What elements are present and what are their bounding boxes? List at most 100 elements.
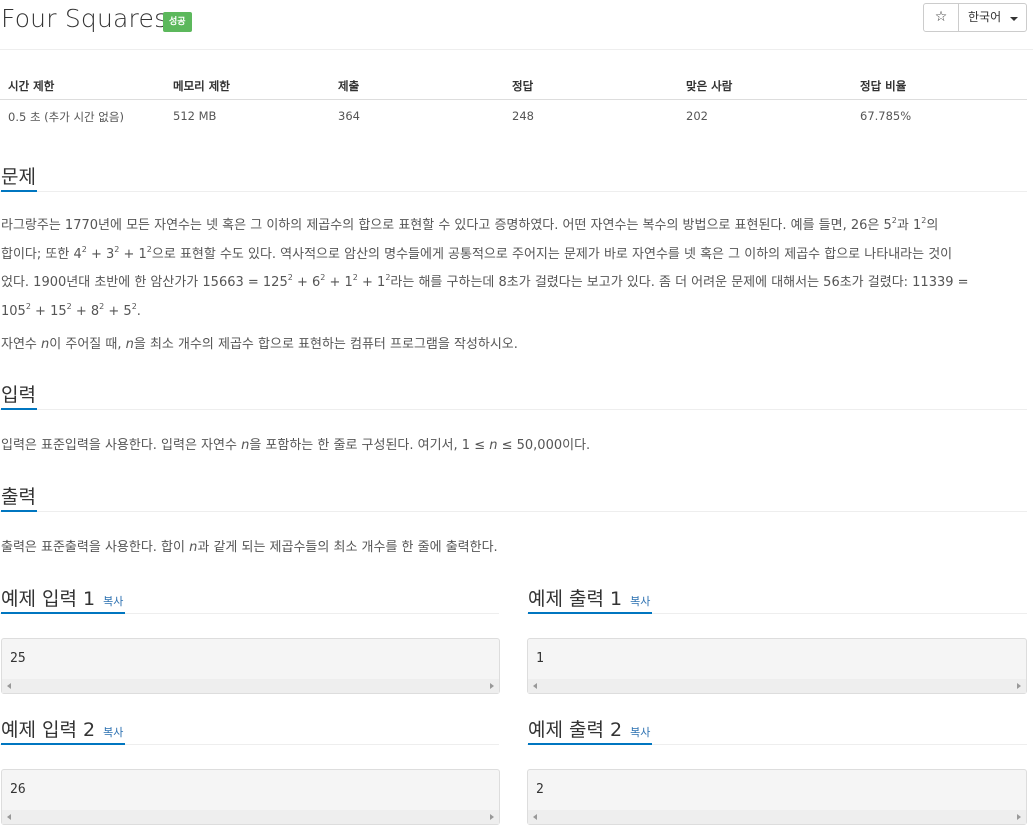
star-button[interactable]: ☆	[923, 3, 959, 32]
heading-underline	[528, 743, 652, 745]
heading-underline	[1, 510, 37, 512]
sample-output-1-text: 1	[536, 651, 544, 666]
input-section-heading: 입력	[0, 376, 1027, 410]
desc-text: + 1	[357, 275, 386, 290]
problem-description: 라그랑주는 1770년에 모든 자연수는 넷 혹은 그 이하의 제곱수의 합으로…	[1, 212, 1027, 326]
description-line-2: 합이다; 또한 42 + 32 + 12으로 표현할 수도 있다. 역사적으로 …	[1, 241, 1027, 270]
sample-input-1-text: 25	[10, 651, 26, 666]
sample-title-text: 예제 입력 1	[1, 588, 96, 610]
stats-header-memory: 메모리 제한	[173, 79, 230, 93]
copy-link[interactable]: 복사	[103, 595, 123, 608]
sample-output-2-heading: 예제 출력 2 복사	[527, 711, 1027, 745]
description-line-1: 라그랑주는 1770년에 모든 자연수는 넷 혹은 그 이하의 제곱수의 합으로…	[1, 212, 1027, 241]
problem-task: 자연수 n이 주어질 때, n을 최소 개수의 제곱수 합으로 표현하는 컴퓨터…	[1, 331, 1027, 360]
horizontal-scrollbar[interactable]	[528, 679, 1026, 693]
stats-value-submit: 364	[338, 109, 360, 123]
desc-text: 105	[1, 303, 26, 319]
problem-header: Four Squares 성공 ☆ 한국어	[0, 0, 1033, 50]
sample-output-2-title: 예제 출력 2 복사	[528, 715, 650, 742]
output-heading: 출력	[1, 486, 36, 508]
input-text: ≤ 50,000이다.	[497, 438, 591, 453]
output-description: 출력은 표준출력을 사용한다. 합이 n과 같게 되는 제곱수들의 최소 개수를…	[1, 534, 1027, 563]
sample-title-text: 예제 출력 1	[528, 588, 623, 610]
stats-value-solved: 202	[686, 109, 708, 123]
heading-underline	[528, 612, 652, 614]
desc-text: + 1	[325, 275, 353, 290]
problem-heading: 문제	[1, 166, 36, 188]
status-badge: 성공	[163, 12, 192, 32]
desc-text: 의	[926, 218, 939, 233]
stats-header-row: 시간 제한 메모리 제한 제출 정답 맞은 사람 정답 비율	[0, 70, 1027, 100]
stats-value-time: 0.5 초 (추가 시간 없음)	[8, 110, 124, 124]
language-dropdown[interactable]: 한국어	[958, 3, 1027, 32]
sample-output-1-box[interactable]: 1	[527, 638, 1027, 694]
stats-header-ratio: 정답 비율	[860, 79, 907, 93]
desc-text: .	[136, 303, 141, 319]
stats-table: 시간 제한 메모리 제한 제출 정답 맞은 사람 정답 비율 0.5 초 (추가…	[0, 70, 1027, 124]
sample-input-2-heading: 예제 입력 2 복사	[0, 711, 499, 745]
sample-title-text: 예제 출력 2	[528, 719, 623, 741]
sample-input-1-box[interactable]: 25	[1, 638, 500, 694]
stats-header-accepted: 정답	[512, 79, 534, 93]
copy-link[interactable]: 복사	[103, 726, 123, 739]
sample-input-1-heading: 예제 입력 1 복사	[0, 580, 499, 614]
input-text: 을 포함하는 한 줄로 구성된다. 여기서, 1 ≤	[249, 438, 490, 453]
sample-output-2-box[interactable]: 2	[527, 769, 1027, 825]
horizontal-scrollbar[interactable]	[2, 810, 499, 824]
language-label: 한국어	[968, 10, 1002, 24]
copy-link[interactable]: 복사	[630, 595, 650, 608]
stats-value-ratio: 67.785%	[860, 109, 912, 123]
desc-text: + 8	[71, 303, 100, 319]
desc-text: 으로 표현할 수도 있다. 역사적으로 암산의 명수들에게 공통적으로 주어지는…	[151, 246, 953, 262]
desc-text: 과 1	[896, 218, 922, 233]
copy-link[interactable]: 복사	[630, 726, 650, 739]
heading-underline	[1, 612, 125, 614]
stats-header-time: 시간 제한	[8, 79, 55, 93]
math-var: n	[125, 337, 134, 352]
output-text: 과 같게 되는 제곱수들의 최소 개수를 한 줄에 출력한다.	[197, 540, 498, 555]
horizontal-scrollbar[interactable]	[528, 810, 1026, 824]
task-text: 을 최소 개수의 제곱수 합으로 표현하는 컴퓨터 프로그램을 작성하시오.	[133, 337, 518, 352]
horizontal-scrollbar[interactable]	[2, 679, 499, 693]
sample-input-1-title: 예제 입력 1 복사	[1, 584, 123, 611]
stats-value-row: 0.5 초 (추가 시간 없음) 512 MB 364 248 202 67.7…	[0, 100, 1027, 130]
stats-header-submit: 제출	[338, 79, 360, 93]
sample-output-1-heading: 예제 출력 1 복사	[527, 580, 1027, 614]
scroll-left-icon[interactable]	[533, 683, 537, 689]
task-text: 이 주어질 때,	[49, 337, 126, 352]
scroll-left-icon[interactable]	[533, 814, 537, 820]
scroll-right-icon[interactable]	[490, 814, 494, 820]
scroll-right-icon[interactable]	[1017, 814, 1021, 820]
desc-text: 었다. 1900년대 초반에 한 암산가가 15663 = 125	[1, 275, 288, 290]
heading-underline	[1, 743, 125, 745]
caret-down-icon	[1010, 17, 1018, 21]
input-heading: 입력	[1, 384, 36, 406]
desc-text: + 1	[119, 246, 147, 262]
star-icon: ☆	[934, 9, 948, 25]
task-text: 자연수	[1, 337, 42, 352]
scroll-right-icon[interactable]	[490, 683, 494, 689]
desc-text: + 15	[30, 303, 67, 319]
heading-underline	[1, 408, 37, 410]
scroll-left-icon[interactable]	[7, 814, 11, 820]
sample-input-2-title: 예제 입력 2 복사	[1, 715, 123, 742]
sample-output-2-text: 2	[536, 782, 544, 797]
input-text: 입력은 표준입력을 사용한다. 입력은 자연수	[1, 438, 242, 453]
stats-value-accepted: 248	[512, 109, 534, 123]
desc-text: + 6	[292, 275, 321, 290]
input-description: 입력은 표준입력을 사용한다. 입력은 자연수 n을 포함하는 한 줄로 구성된…	[1, 432, 1027, 461]
stats-value-memory: 512 MB	[173, 109, 217, 123]
scroll-right-icon[interactable]	[1017, 683, 1021, 689]
problem-section-heading: 문제	[0, 158, 1027, 192]
desc-text: + 3	[86, 246, 115, 262]
sample-output-1-title: 예제 출력 1 복사	[528, 584, 650, 611]
desc-text: 라그랑주는 1770년에 모든 자연수는 넷 혹은 그 이하의 제곱수의 합으로…	[1, 218, 892, 233]
problem-title: Four Squares	[1, 4, 168, 33]
sample-title-text: 예제 입력 2	[1, 719, 96, 741]
output-section-heading: 출력	[0, 478, 1027, 512]
sample-input-2-box[interactable]: 26	[1, 769, 500, 825]
desc-text: 합이다; 또한 4	[1, 246, 82, 262]
scroll-left-icon[interactable]	[7, 683, 11, 689]
heading-underline	[1, 190, 37, 192]
output-text: 출력은 표준출력을 사용한다. 합이	[1, 540, 190, 555]
